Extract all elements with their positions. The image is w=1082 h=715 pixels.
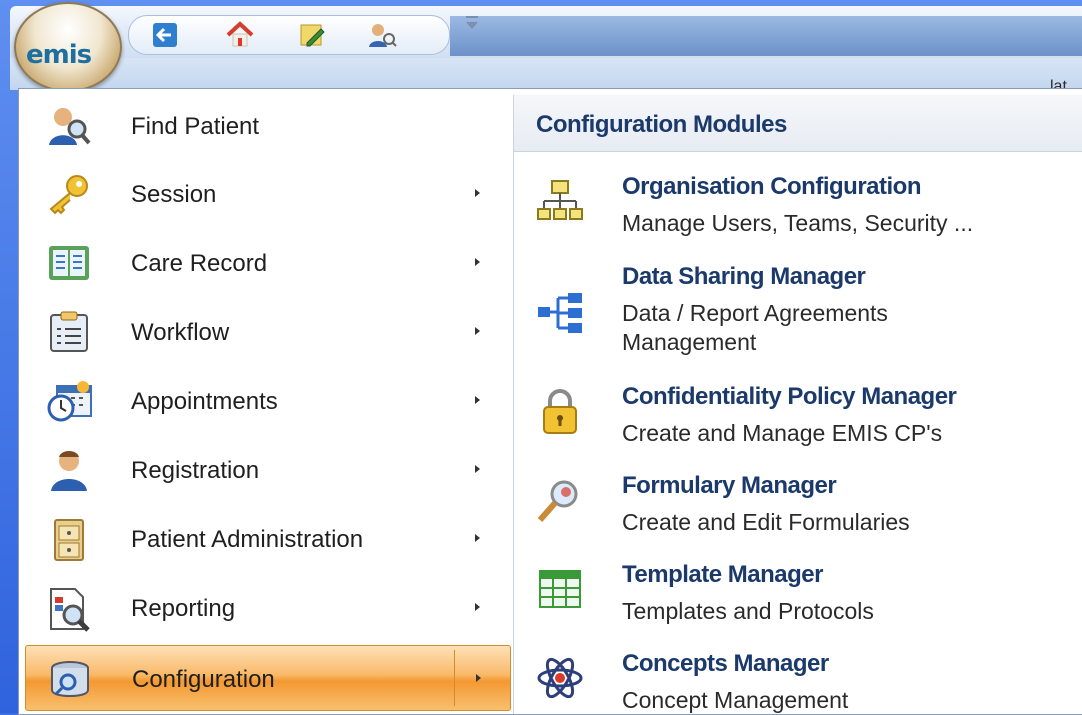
edit-pencil-icon[interactable] — [299, 21, 327, 49]
configuration-submenu: Configuration Modules Organisation Confi… — [513, 95, 1082, 714]
submenu-arrow-icon — [476, 674, 481, 682]
cabinet-icon — [47, 518, 89, 561]
module-formulary-manager[interactable]: Formulary Manager Create and Edit Formul… — [514, 470, 1082, 550]
submenu-header: Configuration Modules — [514, 95, 1082, 152]
submenu-arrow-icon — [475, 465, 480, 473]
calendar-clock-icon — [47, 380, 92, 422]
module-title: Template Manager — [622, 561, 823, 588]
menu-item-care-record[interactable]: Care Record — [25, 230, 509, 294]
module-description-line2: Management — [622, 329, 757, 355]
module-title: Confidentiality Policy Manager — [622, 383, 957, 410]
module-organisation-configuration[interactable]: Organisation Configuration Manage Users,… — [514, 171, 1082, 251]
grid-table-icon — [536, 565, 584, 613]
module-data-sharing-manager[interactable]: Data Sharing Manager Data / Report Agree… — [514, 261, 1082, 361]
module-description: Data / Report Agreements — [622, 300, 888, 326]
person-icon — [47, 449, 89, 491]
submenu-title: Configuration Modules — [536, 111, 787, 138]
menu-item-reporting[interactable]: Reporting — [25, 575, 509, 639]
quick-access-toolbar — [128, 15, 450, 55]
ribbon-lower — [10, 58, 1082, 90]
module-description: Concept Management — [622, 687, 849, 713]
menu-item-appointments[interactable]: Appointments — [25, 368, 509, 432]
menu-left-pane: Find Patient Session Care Record Workflo… — [19, 89, 511, 714]
emis-logo-text: emis — [26, 40, 92, 70]
submenu-arrow-icon — [475, 189, 480, 197]
find-user-icon[interactable] — [367, 21, 397, 49]
submenu-arrow-icon — [475, 327, 480, 335]
care-record-icon — [47, 242, 89, 284]
configuration-icon — [48, 658, 90, 700]
menu-item-session[interactable]: Session — [25, 161, 509, 225]
module-description: Create and Edit Formularies — [622, 509, 910, 535]
module-concepts-manager[interactable]: Concepts Manager Concept Management — [514, 648, 1082, 714]
menu-item-workflow[interactable]: Workflow — [25, 299, 509, 363]
module-title: Concepts Manager — [622, 650, 829, 677]
module-description: Manage Users, Teams, Security ... — [622, 210, 974, 236]
title-bar — [10, 6, 1082, 66]
module-title: Data Sharing Manager — [622, 263, 866, 290]
menu-item-label: Workflow — [131, 319, 230, 346]
submenu-arrow-icon — [475, 603, 480, 611]
org-chart-icon — [536, 177, 584, 225]
data-share-icon — [536, 289, 584, 337]
back-arrow-icon[interactable] — [151, 21, 179, 49]
qat-customize-bar — [466, 16, 478, 18]
module-title: Formulary Manager — [622, 472, 837, 499]
submenu-arrow-icon — [475, 534, 480, 542]
module-description: Templates and Protocols — [622, 598, 874, 624]
magnifier-icon — [536, 476, 584, 524]
module-description: Create and Manage EMIS CP's — [622, 420, 943, 446]
menu-item-label: Care Record — [131, 250, 268, 277]
module-confidentiality-policy-manager[interactable]: Confidentiality Policy Manager Create an… — [514, 381, 1082, 461]
menu-item-configuration[interactable]: Configuration — [25, 645, 511, 711]
report-magnifier-icon — [47, 587, 90, 632]
menu-item-label: Appointments — [131, 388, 278, 415]
clipboard-icon — [47, 311, 89, 353]
menu-item-registration[interactable]: Registration — [25, 437, 509, 501]
qat-customize-dropdown-icon[interactable] — [466, 22, 478, 29]
submenu-arrow-icon — [475, 396, 480, 404]
application-menu: Find Patient Session Care Record Workflo… — [18, 88, 1082, 715]
menu-item-label: Find Patient — [131, 113, 260, 140]
find-patient-icon — [47, 105, 91, 147]
menu-item-label: Session — [131, 181, 217, 208]
module-template-manager[interactable]: Template Manager Templates and Protocols — [514, 559, 1082, 639]
padlock-icon — [536, 387, 584, 435]
atom-icon — [536, 654, 584, 702]
app-window: lat emis Find Patient Session Care Recor… — [0, 0, 1082, 715]
menu-item-find-patient[interactable]: Find Patient — [25, 93, 509, 157]
split-separator — [454, 650, 455, 706]
menu-item-label: Configuration — [132, 666, 275, 693]
module-title: Organisation Configuration — [622, 173, 922, 200]
menu-item-label: Patient Administration — [131, 526, 364, 553]
ribbon-strip — [450, 16, 1082, 56]
key-icon — [47, 173, 89, 215]
menu-item-patient-administration[interactable]: Patient Administration — [25, 506, 509, 570]
menu-item-label: Reporting — [131, 595, 236, 622]
menu-item-label: Registration — [131, 457, 260, 484]
submenu-arrow-icon — [475, 258, 480, 266]
home-icon[interactable] — [225, 21, 254, 49]
